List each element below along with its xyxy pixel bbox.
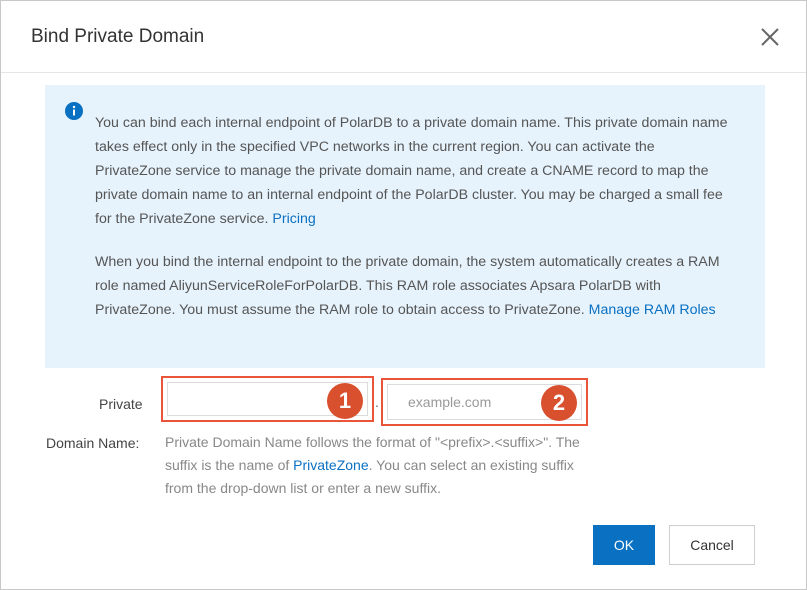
domain-separator: . — [375, 394, 379, 410]
info-notice: You can bind each internal endpoint of P… — [45, 85, 765, 368]
close-icon[interactable] — [756, 23, 784, 51]
notice-text-1: You can bind each internal endpoint of P… — [95, 115, 728, 227]
bind-private-domain-dialog: Bind Private Domain You can bind each in… — [0, 0, 807, 590]
cancel-button[interactable]: Cancel — [669, 525, 755, 565]
step-badge-1: 1 — [327, 383, 363, 419]
manage-ram-roles-link[interactable]: Manage RAM Roles — [589, 302, 716, 318]
domain-help-text: Private Domain Name follows the format o… — [165, 431, 595, 500]
notice-paragraph-2: When you bind the internal endpoint to t… — [95, 250, 735, 322]
dialog-header: Bind Private Domain — [1, 1, 806, 73]
step-badge-2: 2 — [541, 385, 577, 421]
dialog-title: Bind Private Domain — [31, 26, 205, 47]
ok-button[interactable]: OK — [593, 525, 655, 565]
privatezone-link[interactable]: PrivateZone — [293, 457, 368, 473]
private-domain-label-line2: Domain Name: — [46, 435, 140, 451]
pricing-link[interactable]: Pricing — [272, 211, 315, 227]
private-domain-label-line1: Private — [99, 396, 143, 412]
notice-paragraph-1: You can bind each internal endpoint of P… — [95, 111, 735, 231]
info-icon — [65, 102, 83, 120]
